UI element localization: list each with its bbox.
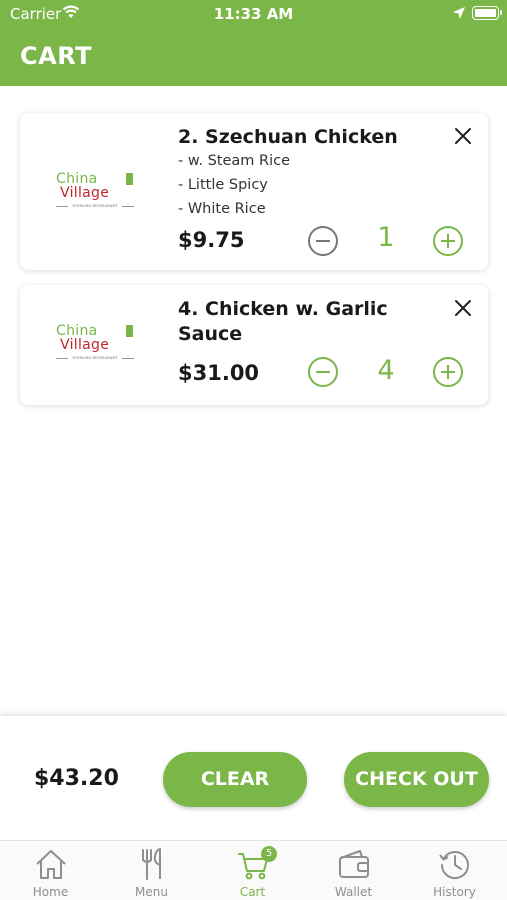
logo-tagline-row: STERLING RESTAURANT — [56, 356, 134, 361]
tab-label: Home — [32, 885, 69, 899]
logo-tagline-row: STERLING RESTAURANT — [56, 204, 134, 209]
logo-mark — [126, 325, 133, 337]
logo-tagline: STERLING RESTAURANT — [72, 204, 118, 208]
restaurant-logo: China Village STERLING RESTAURANT — [56, 323, 134, 363]
tab-cart[interactable]: 5 Cart — [202, 841, 303, 900]
tab-bar: Home Menu 5 Cart Wallet History — [0, 840, 507, 900]
battery-icon — [472, 6, 502, 20]
item-name: 2. Szechuan Chicken — [178, 126, 398, 148]
item-option: - White Rice — [178, 201, 266, 217]
history-icon — [439, 851, 469, 880]
tab-menu[interactable]: Menu — [101, 841, 202, 900]
item-name: 4. Chicken w. Garlic Sauce — [178, 298, 388, 345]
decrease-quantity-minus-icon[interactable] — [307, 356, 339, 388]
cart-total: $43.20 — [34, 766, 119, 791]
increase-quantity-plus-icon[interactable] — [432, 225, 464, 257]
tab-label: Cart — [239, 885, 266, 899]
cart-item-card: China Village STERLING RESTAURANT 2. Sze… — [20, 113, 488, 270]
logo-mark — [126, 173, 133, 185]
check-out-button[interactable]: CHECK OUT — [344, 752, 489, 807]
logo-text-line2: Village — [60, 337, 110, 353]
restaurant-logo: China Village STERLING RESTAURANT — [56, 171, 134, 211]
decrease-quantity-minus-icon[interactable] — [307, 225, 339, 257]
item-option: - Little Spicy — [178, 177, 268, 193]
increase-quantity-plus-icon[interactable] — [432, 356, 464, 388]
quantity-value: 4 — [377, 355, 395, 386]
page-title: CART — [20, 42, 92, 70]
remove-item-close-icon[interactable] — [454, 127, 472, 145]
wallet-icon — [339, 850, 369, 878]
tab-label: Menu — [135, 885, 168, 899]
cart-footer: $43.20 CLEAR CHECK OUT — [0, 716, 507, 840]
status-bar: Carrier 11:33 AM — [0, 0, 507, 28]
item-price: $9.75 — [178, 228, 245, 252]
remove-item-close-icon[interactable] — [454, 299, 472, 317]
item-option: - w. Steam Rice — [178, 153, 291, 169]
tab-label: History — [433, 885, 476, 899]
tab-history[interactable]: History — [404, 841, 505, 900]
location-arrow-icon — [453, 7, 465, 19]
clock: 11:33 AM — [213, 5, 294, 23]
fork-knife-icon — [142, 848, 161, 880]
home-icon — [36, 850, 66, 879]
item-price: $31.00 — [178, 361, 260, 385]
logo-text-line2: Village — [60, 185, 110, 201]
clear-button[interactable]: CLEAR — [163, 752, 307, 807]
cart-item-card: China Village STERLING RESTAURANT 4. Chi… — [20, 285, 488, 405]
logo-tagline: STERLING RESTAURANT — [72, 356, 118, 360]
tab-label: Wallet — [334, 885, 373, 899]
nav-bar: CART — [0, 28, 507, 86]
tab-home[interactable]: Home — [0, 841, 101, 900]
quantity-value: 1 — [377, 222, 395, 253]
tab-wallet[interactable]: Wallet — [303, 841, 404, 900]
cart-count-badge: 5 — [261, 846, 277, 862]
